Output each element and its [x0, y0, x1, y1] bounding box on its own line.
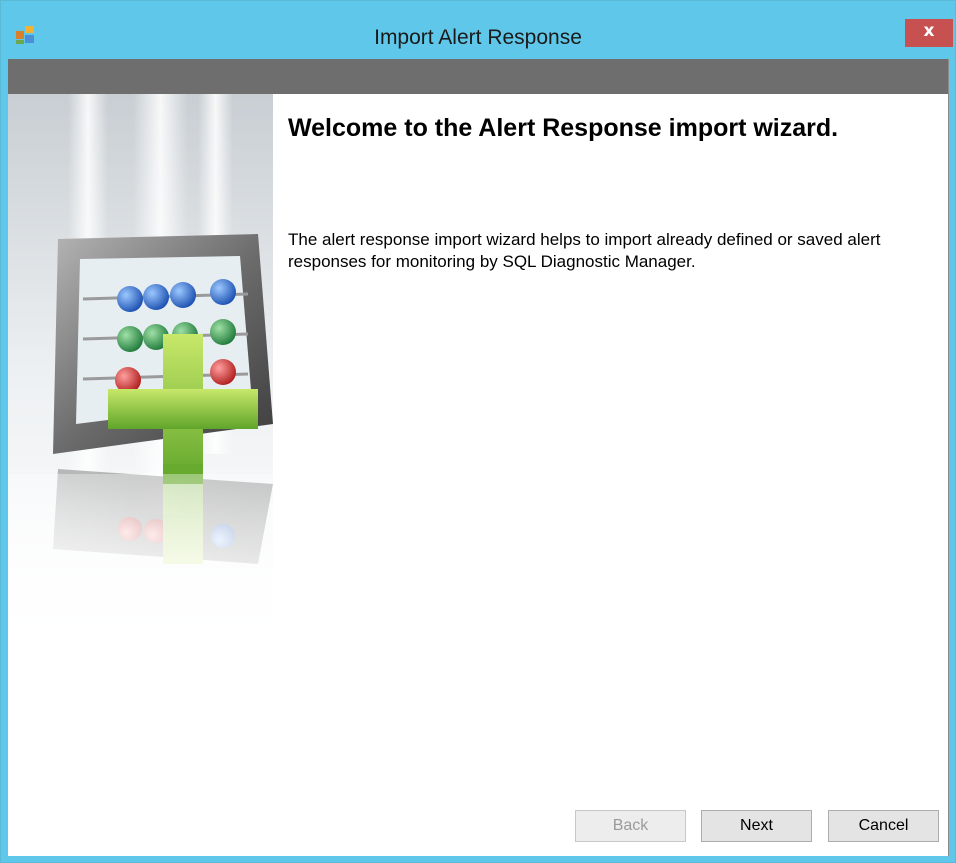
wizard-content: Welcome to the Alert Response import wiz… — [8, 59, 949, 856]
back-button[interactable]: Back — [575, 810, 686, 842]
welcome-title: Welcome to the Alert Response import wiz… — [288, 114, 839, 142]
close-button[interactable]: x — [905, 19, 953, 47]
header-band — [8, 59, 948, 94]
cancel-button[interactable]: Cancel — [828, 810, 939, 842]
abacus-plus-illustration — [8, 94, 273, 664]
wizard-window: Import Alert Response x Welcome to the A… — [0, 0, 956, 863]
window-title: Import Alert Response — [374, 26, 582, 49]
next-button[interactable]: Next — [701, 810, 812, 842]
title-bar[interactable]: Import Alert Response x — [1, 1, 955, 59]
wizard-description: The alert response import wizard helps t… — [288, 230, 881, 271]
